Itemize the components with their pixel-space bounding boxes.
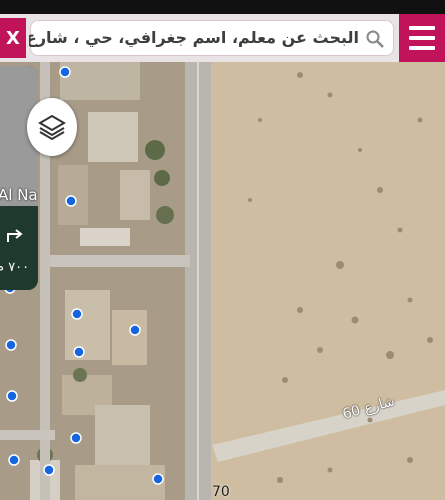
search-bar[interactable]: البحث عن معلم، اسم جغرافي، حي ، شارع — [29, 20, 394, 56]
close-button[interactable]: X — [0, 18, 26, 58]
poi-marker — [59, 66, 71, 78]
status-strip — [0, 0, 445, 14]
poi-marker — [43, 464, 55, 476]
layers-icon — [38, 114, 66, 141]
search-icon — [366, 30, 384, 48]
navigation-place-name: Al Na — [0, 186, 38, 204]
menu-icon — [409, 26, 435, 30]
turn-right-icon — [7, 229, 23, 242]
menu-button[interactable] — [399, 14, 445, 62]
layers-button[interactable] — [27, 98, 77, 156]
search-input[interactable]: البحث عن معلم، اسم جغرافي، حي ، شارع — [29, 28, 359, 50]
road-70-label: 70 — [212, 484, 230, 500]
poi-marker — [65, 195, 77, 207]
top-bar: X البحث عن معلم، اسم جغرافي، حي ، شارع — [0, 0, 445, 62]
poi-marker — [70, 432, 82, 444]
poi-marker — [73, 346, 85, 358]
poi-marker — [152, 473, 164, 485]
poi-marker — [8, 454, 20, 466]
map-canvas[interactable] — [0, 0, 445, 500]
navigation-distance: ٧٠٠ م — [0, 260, 30, 275]
poi-marker — [129, 324, 141, 336]
navigation-card[interactable]: Al Na ٧٠٠ م — [0, 66, 38, 290]
poi-marker — [6, 390, 18, 402]
poi-marker — [5, 339, 17, 351]
poi-marker — [71, 308, 83, 320]
